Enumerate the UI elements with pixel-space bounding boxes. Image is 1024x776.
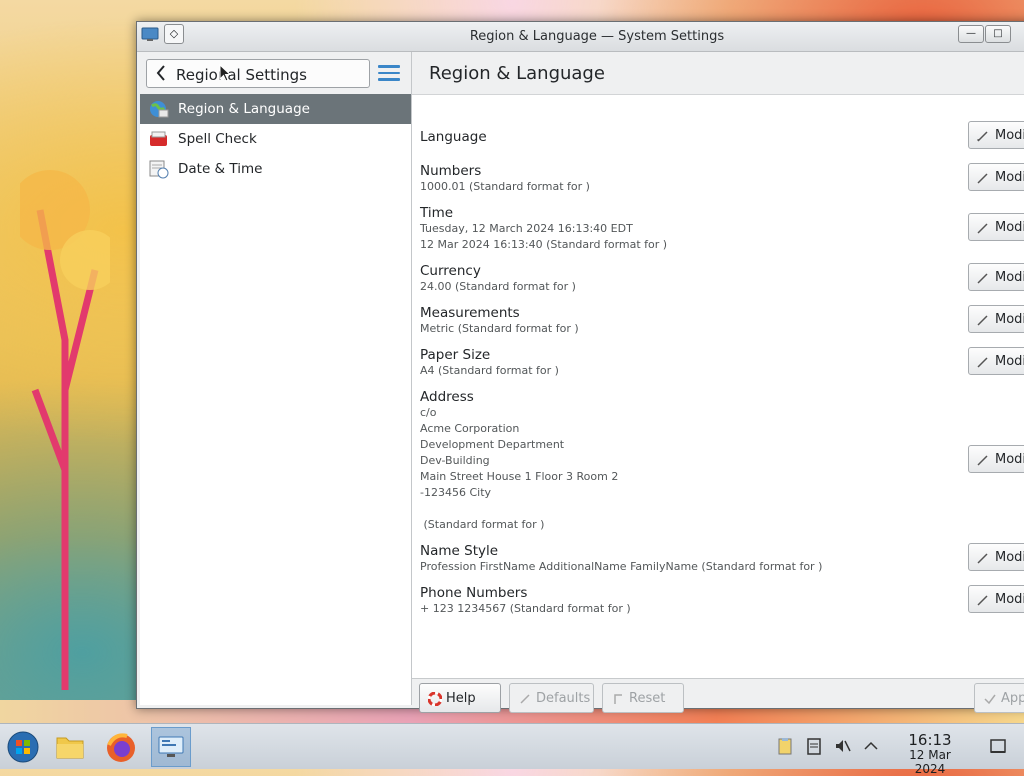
calendar-clock-icon [149, 160, 169, 179]
setting-value: 24.00 (Standard format for ) [420, 280, 576, 293]
sidebar: Regional Settings Region & Language Spel… [140, 52, 412, 705]
pencil-icon [977, 595, 988, 606]
setting-value: Tuesday, 12 March 2024 16:13:40 EDT [420, 222, 633, 235]
desktop-wallpaper-tree [20, 170, 110, 690]
taskbar: 16:13 12 Mar 2024 [0, 723, 1024, 776]
main-header: Region & Language [412, 52, 1024, 95]
setting-value: -123456 City [420, 486, 492, 499]
setting-value: 12 Mar 2024 16:13:40 (Standard format fo… [420, 238, 668, 251]
modify-currency-button[interactable]: Modify [968, 263, 1024, 291]
page-title: Region & Language [429, 63, 605, 84]
setting-name: Phone Numbers [420, 585, 528, 601]
setting-address: Address c/o Acme Corporation Development… [420, 389, 618, 533]
setting-value: Metric (Standard format for ) [420, 322, 579, 335]
setting-value: Acme Corporation [420, 422, 520, 435]
setting-phone-numbers: Phone Numbers + 123 1234567 (Standard fo… [420, 585, 631, 617]
modify-language-button[interactable]: Modify [968, 121, 1024, 149]
reset-button[interactable]: Reset [602, 683, 684, 713]
show-desktop-icon[interactable] [989, 737, 1007, 755]
checkmark-icon [984, 694, 996, 705]
setting-name-style: Name Style Profession FirstName Addition… [420, 543, 822, 575]
pencil-icon [977, 553, 988, 564]
help-lifebuoy-icon [428, 692, 442, 706]
sidebar-item-label: Date & Time [178, 161, 263, 177]
modify-measurements-button[interactable]: Modify [968, 305, 1024, 333]
setting-paper-size: Paper Size A4 (Standard format for ) [420, 347, 559, 379]
volume-muted-icon[interactable] [834, 737, 852, 755]
setting-value: Profession FirstName AdditionalName Fami… [420, 560, 823, 573]
system-settings-taskbar-button[interactable] [151, 727, 191, 767]
setting-value: A4 (Standard format for ) [420, 364, 559, 377]
system-settings-icon [158, 736, 184, 757]
setting-name: Currency [420, 263, 481, 279]
setting-value [420, 501, 618, 517]
firefox-icon[interactable] [101, 727, 141, 767]
pencil-icon [977, 315, 988, 326]
setting-name: Address [420, 389, 474, 405]
defaults-icon [520, 694, 530, 704]
modify-address-button[interactable]: Modify [968, 445, 1024, 473]
notes-tray-icon[interactable] [805, 737, 823, 755]
file-manager-icon[interactable] [50, 727, 90, 767]
setting-value: (Standard format for ) [420, 518, 545, 531]
pencil-icon [977, 273, 988, 284]
setting-time: Time Tuesday, 12 March 2024 16:13:40 EDT… [420, 205, 667, 253]
clock-time[interactable]: 16:13 [893, 731, 967, 749]
setting-value: + 123 1234567 (Standard format for ) [420, 602, 631, 615]
setting-language: Language [420, 129, 487, 145]
modify-phone-numbers-button[interactable]: Modify [968, 585, 1024, 613]
pencil-icon [977, 455, 988, 466]
sidebar-item-date-time[interactable]: Date & Time [140, 154, 411, 184]
modify-numbers-button[interactable]: Modify [968, 163, 1024, 191]
pencil-icon [977, 223, 988, 234]
setting-measurements: Measurements Metric (Standard format for… [420, 305, 579, 337]
setting-name: Paper Size [420, 347, 491, 363]
clipboard-tray-icon[interactable] [776, 737, 794, 755]
setting-name: Measurements [420, 305, 520, 321]
apply-button[interactable]: Apply [974, 683, 1024, 713]
main-panel: Region & Language Language Modify Number… [412, 52, 1024, 707]
sidebar-header: Regional Settings [140, 52, 411, 94]
window-title: Region & Language — System Settings [469, 29, 725, 44]
modify-name-style-button[interactable]: Modify [968, 543, 1024, 571]
setting-value: 1000.01 (Standard format for ) [420, 180, 590, 193]
sidebar-item-spell-check[interactable]: Spell Check [140, 124, 411, 154]
setting-currency: Currency 24.00 (Standard format for ) [420, 263, 576, 295]
maximize-button[interactable]: □ [985, 25, 1011, 43]
clock-date[interactable]: 12 Mar 2024 [893, 748, 967, 776]
setting-name: Language [420, 129, 487, 145]
setting-name: Name Style [420, 543, 499, 559]
help-button[interactable]: Help [419, 683, 501, 713]
setting-name: Numbers [420, 163, 482, 179]
window-titlebar[interactable]: ◇ Region & Language — System Settings — … [137, 22, 1024, 52]
sidebar-item-label: Region & Language [178, 101, 310, 117]
chevron-up-icon[interactable] [862, 737, 880, 755]
defaults-button[interactable]: Defaults [509, 683, 594, 713]
chevron-left-icon [156, 65, 165, 81]
setting-value: Main Street House 1 Floor 3 Room 2 [420, 470, 619, 483]
mouse-cursor-icon [219, 64, 231, 82]
back-button-label: Regional Settings [176, 66, 308, 84]
globe-icon [150, 101, 169, 118]
sidebar-item-region-language[interactable]: Region & Language [140, 94, 411, 124]
spellcheck-icon [150, 131, 167, 146]
setting-value: Development Department [420, 438, 565, 451]
setting-numbers: Numbers 1000.01 (Standard format for ) [420, 163, 590, 195]
modify-paper-size-button[interactable]: Modify [968, 347, 1024, 375]
start-menu-icon[interactable] [3, 727, 43, 767]
reset-icon [614, 694, 622, 704]
pencil-icon [977, 131, 988, 142]
setting-value: c/o [420, 406, 437, 419]
setting-name: Time [420, 205, 454, 221]
sidebar-item-label: Spell Check [178, 131, 257, 147]
dialog-footer: Help Defaults Reset Apply [412, 678, 1024, 713]
modify-time-button[interactable]: Modify [968, 213, 1024, 241]
pencil-icon [977, 173, 988, 184]
pencil-icon [977, 357, 988, 368]
back-button[interactable]: Regional Settings [146, 59, 370, 88]
hamburger-menu-icon[interactable] [378, 65, 400, 82]
system-settings-window: ◇ Region & Language — System Settings — … [136, 21, 1024, 713]
minimize-button[interactable]: — [958, 25, 984, 43]
setting-value: Dev-Building [420, 454, 490, 467]
